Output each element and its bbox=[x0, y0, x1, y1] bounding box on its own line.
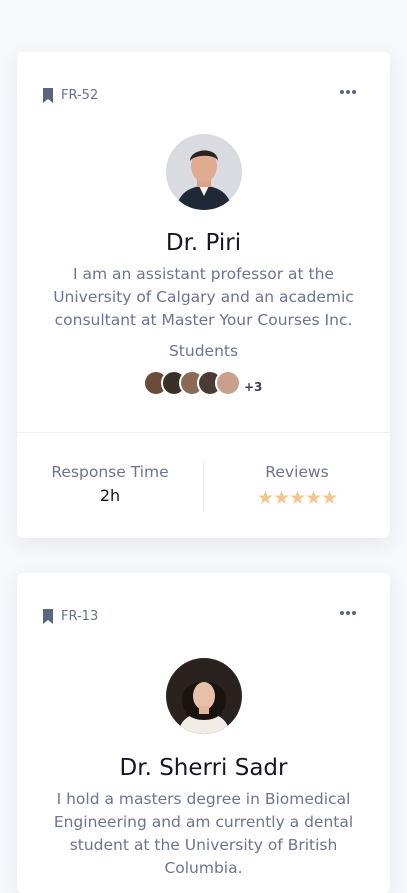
response-time-label: Response Time bbox=[51, 463, 169, 481]
more-horizontal-icon bbox=[340, 90, 344, 94]
student-avatar-stack[interactable]: +3 bbox=[143, 368, 262, 398]
tutor-card[interactable]: FR-13 Dr. Sherri Sadr I hold a masters d… bbox=[17, 573, 390, 893]
more-horizontal-icon bbox=[340, 611, 344, 615]
tutor-card[interactable]: FR-52 Dr. Piri I am an assistant profess… bbox=[17, 52, 390, 538]
students-label: Students bbox=[168, 342, 239, 360]
student-avatar bbox=[215, 370, 241, 396]
students-more-count: +3 bbox=[244, 380, 263, 394]
avatar bbox=[166, 658, 242, 734]
tutor-bio: I am an assistant professor at the Unive… bbox=[53, 265, 354, 329]
tutor-tag: FR-13 bbox=[42, 609, 98, 624]
avatar bbox=[166, 134, 242, 210]
star-rating: ★★★★★ bbox=[256, 487, 338, 509]
tutor-tag: FR-52 bbox=[42, 88, 98, 103]
tutor-id: FR-13 bbox=[61, 609, 99, 624]
tutor-id: FR-52 bbox=[61, 88, 99, 103]
bookmark-icon bbox=[43, 609, 53, 624]
tutor-name: Dr. Piri bbox=[165, 230, 242, 256]
tutor-name: Dr. Sherri Sadr bbox=[119, 755, 288, 781]
tutor-bio: I hold a masters degree in Biomedical En… bbox=[53, 790, 354, 877]
bookmark-icon bbox=[43, 88, 53, 103]
divider bbox=[17, 432, 390, 433]
response-time-value: 2h bbox=[99, 486, 121, 505]
reviews-label: Reviews bbox=[265, 463, 329, 481]
more-options-button[interactable] bbox=[336, 86, 360, 98]
more-options-button[interactable] bbox=[336, 607, 360, 619]
